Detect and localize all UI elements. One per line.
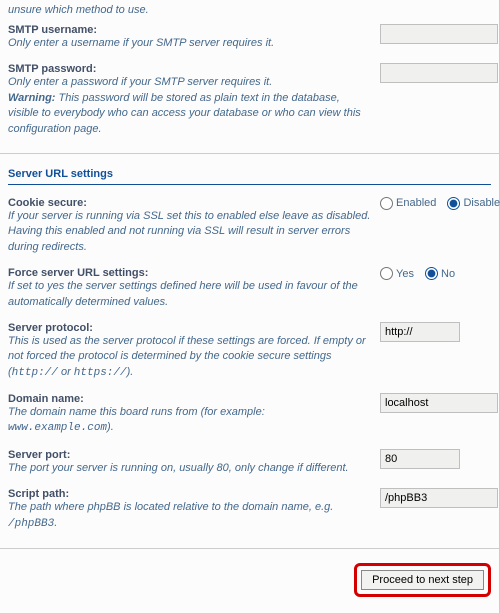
cookie-secure-hint: If your server is running via SSL set th… bbox=[8, 210, 370, 253]
server-port-row: Server port: The port your server is run… bbox=[8, 443, 491, 482]
force-server-url-row: Force server URL settings: If set to yes… bbox=[8, 261, 491, 316]
prev-hint-fragment: unsure which method to use. bbox=[8, 4, 491, 18]
domain-name-label: Domain name: bbox=[8, 393, 372, 405]
force-server-url-no[interactable]: No bbox=[425, 267, 455, 280]
smtp-password-label: SMTP password: bbox=[8, 63, 372, 75]
domain-name-row: Domain name: The domain name this board … bbox=[8, 387, 491, 443]
server-port-input[interactable] bbox=[380, 449, 460, 469]
script-path-input[interactable] bbox=[380, 488, 498, 508]
server-protocol-label: Server protocol: bbox=[8, 322, 372, 334]
server-protocol-hint: This is used as the server protocol if t… bbox=[8, 335, 366, 378]
force-server-url-hint: If set to yes the server settings define… bbox=[8, 280, 358, 307]
smtp-username-label: SMTP username: bbox=[8, 24, 372, 36]
script-path-row: Script path: The path where phpBB is loc… bbox=[8, 482, 491, 538]
proceed-button[interactable]: Proceed to next step bbox=[361, 570, 484, 590]
cookie-secure-label: Cookie secure: bbox=[8, 197, 372, 209]
domain-name-hint: The domain name this board runs from (fo… bbox=[8, 406, 265, 433]
script-path-hint: The path where phpBB is located relative… bbox=[8, 501, 333, 528]
force-server-url-yes[interactable]: Yes bbox=[380, 267, 414, 280]
cookie-secure-enabled[interactable]: Enabled bbox=[380, 197, 436, 210]
server-url-settings-legend: Server URL settings bbox=[8, 158, 491, 185]
smtp-password-input[interactable] bbox=[380, 63, 498, 83]
server-port-hint: The port your server is running on, usua… bbox=[8, 462, 349, 474]
smtp-username-input[interactable] bbox=[380, 24, 498, 44]
server-port-label: Server port: bbox=[8, 449, 372, 461]
cookie-secure-disabled[interactable]: Disabled bbox=[447, 197, 500, 210]
smtp-password-hint: Only enter a password if your SMTP serve… bbox=[8, 76, 361, 134]
smtp-password-row: SMTP password: Only enter a password if … bbox=[8, 57, 491, 143]
proceed-highlight: Proceed to next step bbox=[354, 563, 491, 597]
email-settings-section: unsure which method to use. SMTP usernam… bbox=[0, 0, 500, 154]
domain-name-input[interactable] bbox=[380, 393, 498, 413]
footer-actions: Proceed to next step bbox=[0, 549, 500, 613]
server-protocol-row: Server protocol: This is used as the ser… bbox=[8, 316, 491, 387]
smtp-username-hint: Only enter a username if your SMTP serve… bbox=[8, 37, 274, 49]
script-path-label: Script path: bbox=[8, 488, 372, 500]
force-server-url-label: Force server URL settings: bbox=[8, 267, 372, 279]
server-protocol-input[interactable] bbox=[380, 322, 460, 342]
smtp-username-row: SMTP username: Only enter a username if … bbox=[8, 18, 491, 57]
server-url-settings-section: Server URL settings Cookie secure: If yo… bbox=[0, 154, 500, 549]
cookie-secure-row: Cookie secure: If your server is running… bbox=[8, 191, 491, 261]
